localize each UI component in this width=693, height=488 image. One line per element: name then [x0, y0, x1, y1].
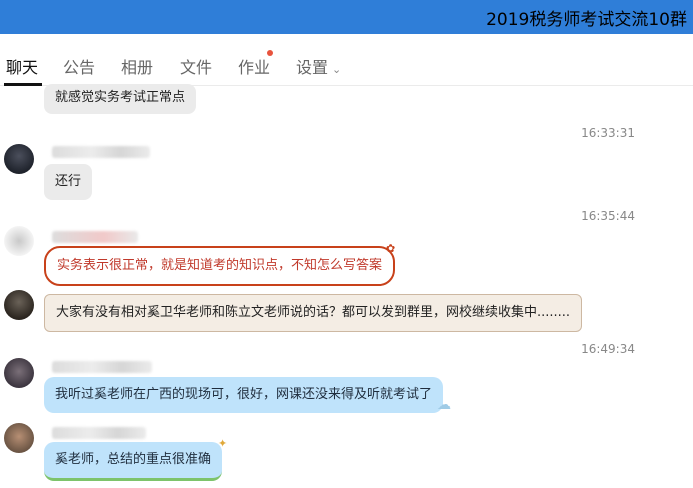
message-bubble: 还行	[44, 164, 93, 200]
title-bar: 2019税务师考试交流10群	[0, 0, 693, 34]
avatar[interactable]	[4, 358, 34, 388]
tab-album[interactable]: 相册	[121, 54, 153, 78]
sender-name-blurred	[52, 231, 138, 243]
window-title: 2019税务师考试交流10群	[486, 10, 687, 30]
tab-homework[interactable]: 作业	[238, 54, 270, 78]
tab-chat[interactable]: 聊天	[6, 54, 38, 78]
flower-decoration-icon: ✿	[386, 242, 396, 255]
tab-files[interactable]: 文件	[180, 54, 212, 78]
cloud-decoration-icon: ☁	[437, 397, 451, 413]
avatar[interactable]	[4, 423, 34, 453]
homework-badge-dot	[267, 50, 273, 56]
avatar[interactable]	[4, 226, 34, 256]
chat-message-area[interactable]: 就感觉实务考试正常点 16:33:31 还行 16:35:44 实务表示很正常，…	[0, 84, 693, 488]
message-text: 奚老师，总结的重点很准确	[55, 452, 212, 467]
chevron-down-icon: ⌄	[332, 63, 342, 76]
tab-announcements[interactable]: 公告	[63, 54, 95, 78]
message-bubble: 就感觉实务考试正常点	[44, 84, 197, 114]
star-decoration-icon: ✦	[218, 437, 228, 450]
tab-settings-label: 设置	[296, 58, 329, 77]
tab-bar: 聊天 公告 相册 文件 作业 设置 ⌄	[0, 34, 693, 86]
message-timestamp: 16:49:34	[581, 342, 635, 356]
message-timestamp: 16:33:31	[581, 126, 635, 140]
message-bubble: 实务表示很正常，就是知道考的知识点，不知怎么写答案	[44, 246, 396, 286]
message-text: 我听过奚老师在广西的现场可，很好，网课还没来得及听就考试了	[55, 387, 433, 402]
avatar[interactable]	[4, 144, 34, 174]
sender-name-blurred	[52, 146, 150, 158]
message-bubble: 我听过奚老师在广西的现场可，很好，网课还没来得及听就考试了	[44, 377, 444, 413]
message-text: 还行	[55, 174, 82, 189]
tab-settings[interactable]: 设置 ⌄	[296, 54, 341, 78]
message-timestamp: 16:35:44	[581, 209, 635, 223]
sender-name-blurred	[52, 427, 146, 439]
message-text: 大家有没有相对奚卫华老师和陈立文老师说的话？都可以发到群里，网校继续收集中...…	[56, 305, 571, 320]
message-bubble: 奚老师，总结的重点很准确	[44, 442, 223, 481]
message-text: 实务表示很正常，就是知道考的知识点，不知怎么写答案	[57, 258, 383, 273]
message-text: 就感觉实务考试正常点	[55, 90, 186, 105]
sender-name-blurred	[52, 361, 152, 373]
message-bubble: 大家有没有相对奚卫华老师和陈立文老师说的话？都可以发到群里，网校继续收集中...…	[44, 294, 583, 332]
avatar[interactable]	[4, 290, 34, 320]
